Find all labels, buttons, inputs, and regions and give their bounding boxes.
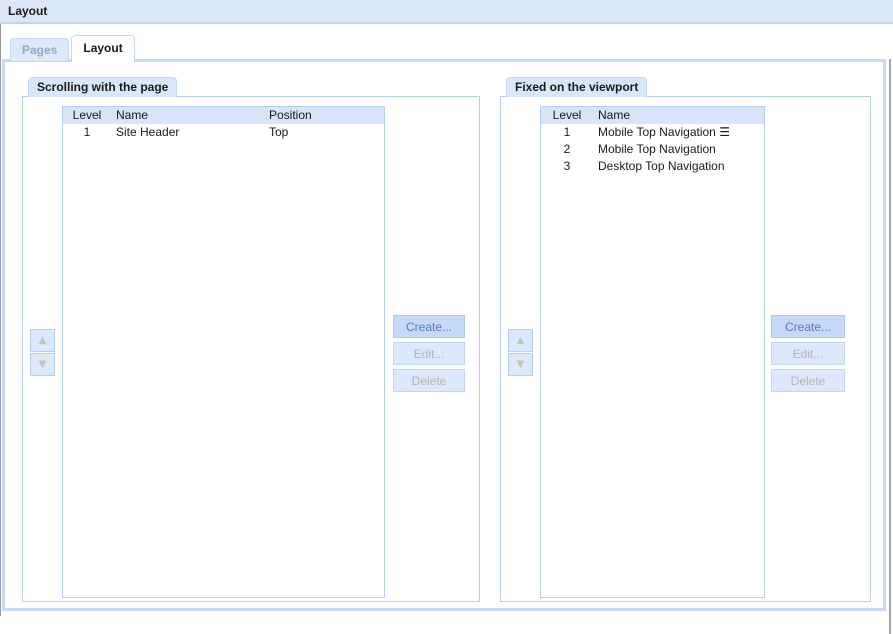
table-row[interactable]: 1 Site Header Top (63, 124, 384, 141)
row-name: Desktop Top Navigation (593, 158, 764, 175)
fixed-items-table: Level Name 1 Mobile Top Navigation ☰ 2 M… (540, 106, 765, 598)
table-row[interactable]: 3 Desktop Top Navigation (541, 158, 764, 175)
column-header-name: Name (111, 107, 267, 124)
layout-tab-panel: Scrolling with the page ▲ ▼ Level Name P… (2, 59, 886, 611)
column-header-position: Position (267, 107, 384, 124)
move-down-button[interactable]: ▼ (30, 353, 55, 376)
move-down-button[interactable]: ▼ (508, 353, 533, 376)
window-left-edge (0, 24, 1, 616)
hamburger-icon: ☰ (719, 125, 730, 139)
row-level: 1 (541, 124, 593, 141)
tab-strip: Pages Layout (10, 35, 137, 62)
edit-button[interactable]: Edit... (771, 342, 845, 365)
delete-button[interactable]: Delete (771, 369, 845, 392)
move-up-button[interactable]: ▲ (508, 329, 533, 352)
row-level: 3 (541, 158, 593, 175)
column-header-name: Name (593, 107, 764, 124)
tab-pages[interactable]: Pages (10, 38, 69, 62)
row-name: Mobile Top Navigation (593, 141, 764, 158)
table-header-row: Level Name Position (63, 107, 384, 124)
action-buttons: Create... Edit... Delete (771, 315, 845, 396)
tab-layout[interactable]: Layout (71, 35, 134, 62)
scrolling-items-table: Level Name Position 1 Site Header Top (62, 106, 385, 598)
action-buttons: Create... Edit... Delete (393, 315, 465, 396)
row-name: Mobile Top Navigation (598, 125, 716, 139)
window-title-bar: Layout (0, 0, 893, 24)
delete-button[interactable]: Delete (393, 369, 465, 392)
down-arrow-icon: ▼ (39, 359, 47, 370)
edit-button[interactable]: Edit... (393, 342, 465, 365)
up-arrow-icon: ▲ (517, 335, 525, 346)
row-position: Top (267, 124, 384, 141)
table-row[interactable]: 2 Mobile Top Navigation (541, 141, 764, 158)
create-button[interactable]: Create... (393, 315, 465, 338)
table-header-row: Level Name (541, 107, 764, 124)
row-level: 2 (541, 141, 593, 158)
window-title: Layout (8, 4, 47, 18)
move-up-button[interactable]: ▲ (30, 329, 55, 352)
group-label: Scrolling with the page (28, 77, 177, 97)
column-header-level: Level (63, 107, 111, 124)
group-fixed-on-viewport: Fixed on the viewport ▲ ▼ Level Name 1 M… (500, 77, 871, 602)
table-row[interactable]: 1 Mobile Top Navigation ☰ (541, 124, 764, 141)
row-name: Site Header (111, 124, 267, 141)
group-label: Fixed on the viewport (506, 77, 647, 97)
create-button[interactable]: Create... (771, 315, 845, 338)
group-scrolling-with-page: Scrolling with the page ▲ ▼ Level Name P… (22, 77, 480, 602)
row-level: 1 (63, 124, 111, 141)
up-arrow-icon: ▲ (39, 335, 47, 346)
column-header-level: Level (541, 107, 593, 124)
window-right-edge (889, 59, 891, 634)
down-arrow-icon: ▼ (517, 359, 525, 370)
